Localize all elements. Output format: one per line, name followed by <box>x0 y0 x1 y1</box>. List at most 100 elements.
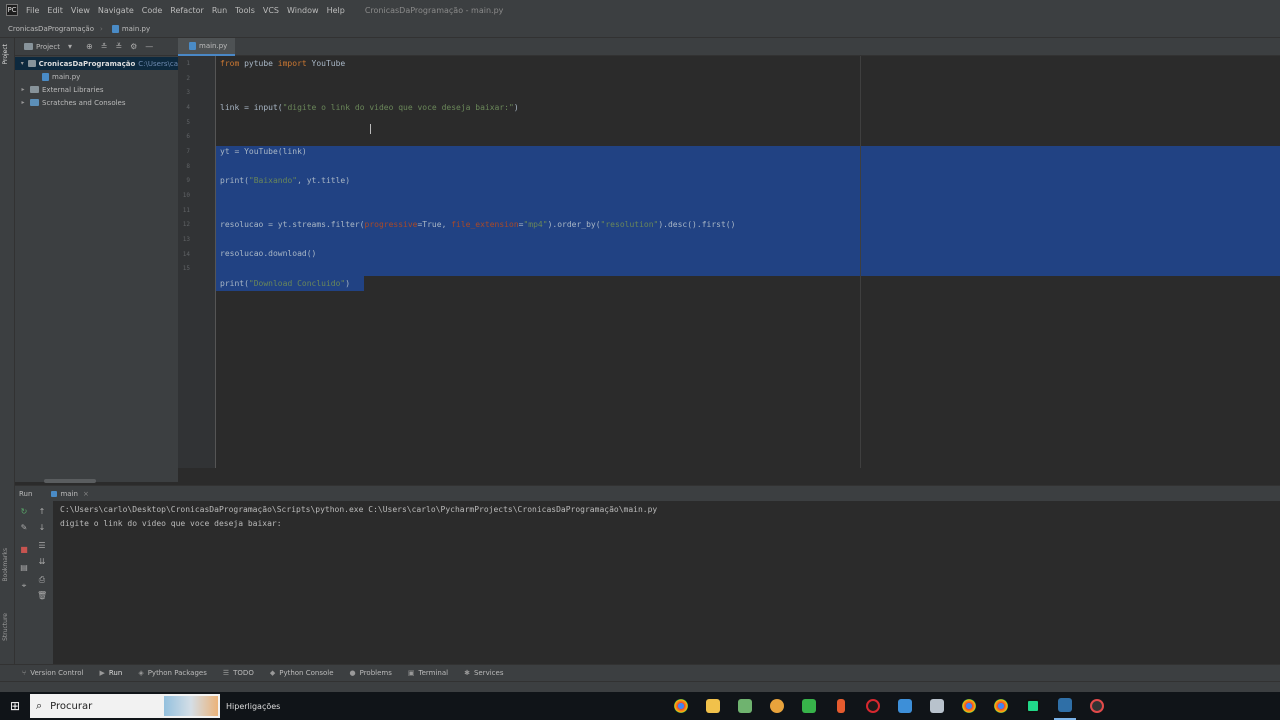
line-number: 15 <box>182 265 190 272</box>
code-line-7: yt = YouTube(link) <box>220 147 307 156</box>
screen-recorder-icon[interactable] <box>1086 692 1108 720</box>
structure-tool-button[interactable]: Structure <box>2 613 9 641</box>
code-editor[interactable]: from pytube import YouTube link = input(… <box>216 56 1280 468</box>
locate-target-icon[interactable]: ⊕ <box>86 42 93 51</box>
line-number: 13 <box>182 236 190 243</box>
horizontal-scrollbar[interactable] <box>44 479 96 483</box>
menu-vcs[interactable]: VCS <box>263 6 279 15</box>
breadcrumb-separator-icon: › <box>100 24 103 33</box>
run-panel-label: Run <box>19 489 33 498</box>
tree-item-project-root[interactable]: ▾ CronicasDaProgramação C:\Users\ca <box>15 57 178 70</box>
recorder-icon[interactable] <box>862 692 884 720</box>
pin-icon[interactable]: ⌖ <box>19 581 29 591</box>
stop-icon[interactable]: ■ <box>19 545 29 555</box>
python-taskbar-icon[interactable] <box>1054 692 1076 720</box>
scroll-down-icon[interactable]: ↓ <box>37 523 47 533</box>
tool-window-bar: ⑂ Version Control ▶ Run ◈ Python Packages ☰… <box>0 664 1280 681</box>
expand-arrow-icon[interactable]: ▸ <box>19 86 27 93</box>
tree-item-main-py[interactable]: main.py <box>15 70 178 83</box>
editor-tab-main-py[interactable]: main.py <box>178 38 236 56</box>
chrome-profile-2-icon[interactable] <box>990 692 1012 720</box>
messaging-icon[interactable] <box>798 692 820 720</box>
left-tool-strip: Project Bookmarks Structure <box>0 38 15 680</box>
taskbar-search-box[interactable]: ⌕ Procurar <box>30 694 220 718</box>
search-placeholder: Procurar <box>50 700 93 712</box>
menu-navigate[interactable]: Navigate <box>98 6 134 15</box>
menu-refactor[interactable]: Refactor <box>170 6 204 15</box>
menu-help[interactable]: Help <box>327 6 345 15</box>
text-cursor-icon <box>370 124 371 134</box>
menu-run[interactable]: Run <box>212 6 227 15</box>
search-highlight-image <box>164 696 218 716</box>
rerun-icon[interactable]: ↻ <box>19 507 29 517</box>
python-packages-tool-button[interactable]: ◈ Python Packages <box>138 669 207 677</box>
run-tab-label: main <box>60 489 78 498</box>
code-line-14: resolucao.download() <box>220 249 317 258</box>
console-line-prompt: digite o link do video que voce deseja b… <box>60 519 282 528</box>
packages-icon: ◈ <box>138 669 144 677</box>
wrench-icon[interactable]: ✎ <box>19 523 29 533</box>
desktop-icon[interactable] <box>926 692 948 720</box>
gear-icon[interactable]: ⚙ <box>130 42 137 51</box>
expand-arrow-icon[interactable]: ▸ <box>19 99 27 106</box>
menu-file[interactable]: File <box>26 6 39 15</box>
notepad-icon[interactable] <box>734 692 756 720</box>
windows-start-icon[interactable]: ⊞ <box>0 692 30 720</box>
services-tool-button[interactable]: ✱ Services <box>464 669 503 677</box>
python-console-icon: ◆ <box>269 669 276 677</box>
run-toolbar-primary: ↻ ✎ ■ ▤ ⌖ <box>15 501 33 664</box>
terminal-tool-button[interactable]: ▣ Terminal <box>408 669 448 677</box>
line-number: 2 <box>186 75 190 82</box>
right-margin-guide <box>860 56 861 468</box>
collapse-all-icon[interactable]: ≚ <box>115 42 122 51</box>
run-console[interactable]: C:\Users\carlo\Desktop\CronicasDaProgram… <box>53 501 1280 664</box>
python-file-icon <box>111 24 119 33</box>
file-explorer-icon[interactable] <box>702 692 724 720</box>
bookmarks-tool-button[interactable]: Bookmarks <box>2 548 9 582</box>
hiperligacoes-toolbar[interactable]: Hiperligações <box>226 702 280 711</box>
line-number: 11 <box>182 207 190 214</box>
navigation-bar: CronicasDaProgramação › main.py <box>0 20 1280 38</box>
scroll-up-icon[interactable]: ↑ <box>37 507 47 517</box>
layout-icon[interactable]: ▤ <box>19 563 29 573</box>
close-tab-icon[interactable]: × <box>83 490 89 498</box>
scroll-to-end-icon[interactable]: ⇊ <box>37 557 47 567</box>
dropdown-chevron-icon[interactable]: ▾ <box>68 42 72 51</box>
tree-item-label: main.py <box>52 72 81 81</box>
monitor-icon[interactable] <box>894 692 916 720</box>
trash-icon[interactable]: 🗑 <box>37 591 47 601</box>
problems-tool-button[interactable]: ● Problems <box>350 669 392 677</box>
problems-icon: ● <box>349 669 356 677</box>
menu-edit[interactable]: Edit <box>47 6 63 15</box>
project-folder-icon <box>24 43 33 50</box>
tree-item-external-libraries[interactable]: ▸ External Libraries <box>15 83 178 96</box>
console-line-command: C:\Users\carlo\Desktop\CronicasDaProgram… <box>60 505 658 514</box>
python-console-tool-button[interactable]: ◆ Python Console <box>270 669 334 677</box>
tree-item-path: C:\Users\ca <box>138 59 178 68</box>
menu-view[interactable]: View <box>71 6 90 15</box>
chrome-profile-icon[interactable] <box>958 692 980 720</box>
menu-tools[interactable]: Tools <box>235 6 255 15</box>
microphone-icon[interactable] <box>830 692 852 720</box>
menu-code[interactable]: Code <box>142 6 162 15</box>
run-tool-button[interactable]: ▶ Run <box>99 669 122 677</box>
project-panel-title[interactable]: Project <box>36 43 60 51</box>
print-icon[interactable]: ⎙ <box>37 575 47 585</box>
expand-all-icon[interactable]: ≛ <box>101 42 108 51</box>
expand-arrow-icon[interactable]: ▾ <box>19 60 25 67</box>
todo-tool-button[interactable]: ☰ TODO <box>223 669 254 677</box>
code-line-4: link = input("digite o link do video que… <box>220 103 519 112</box>
run-tab-main[interactable]: main × <box>48 489 89 498</box>
chrome-icon[interactable] <box>670 692 692 720</box>
folder-icon <box>28 60 36 67</box>
version-control-tool-button[interactable]: ⑂ Version Control <box>22 669 83 677</box>
menu-window[interactable]: Window <box>287 6 319 15</box>
breadcrumb-file[interactable]: main.py <box>122 25 150 33</box>
paint-icon[interactable] <box>766 692 788 720</box>
project-tool-button[interactable]: Project <box>2 44 9 65</box>
soft-wrap-icon[interactable]: ☰ <box>37 541 47 551</box>
hide-panel-icon[interactable]: — <box>145 42 153 51</box>
pycharm-taskbar-icon[interactable] <box>1022 692 1044 720</box>
tree-item-scratches[interactable]: ▸ Scratches and Consoles <box>15 96 178 109</box>
breadcrumb-project[interactable]: CronicasDaProgramação <box>8 25 94 33</box>
